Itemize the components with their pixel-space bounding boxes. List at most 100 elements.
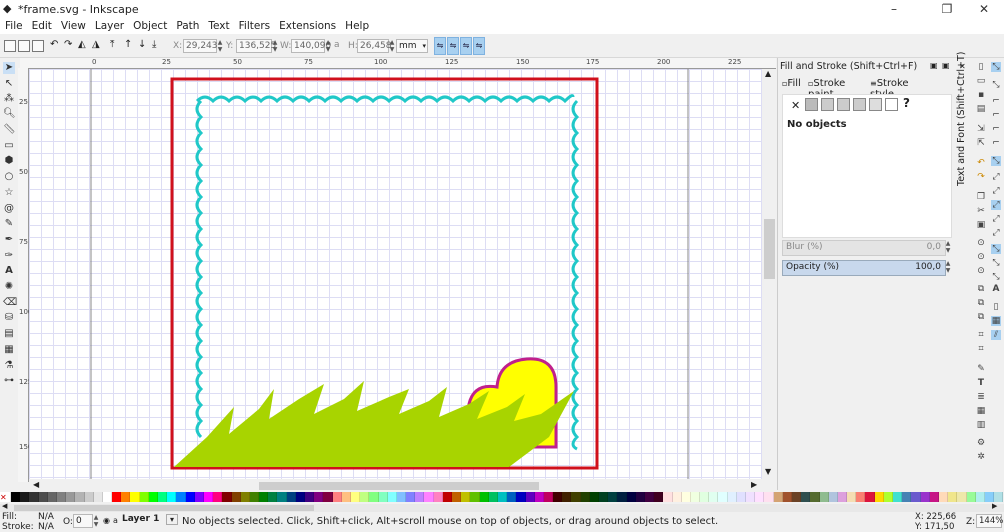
menu-path[interactable]: Path [171,18,203,34]
color-swatch[interactable] [194,492,204,502]
palette-scroll-thumb[interactable] [14,505,314,511]
menu-view[interactable]: View [56,18,90,34]
text-and-font-tab[interactable]: Text and Font (Shift+Ctrl+T) [956,52,967,186]
close-button[interactable]: ✕ [972,1,996,17]
color-swatch[interactable] [938,492,949,502]
color-swatch[interactable] [222,492,232,502]
palette-scroll-right-icon[interactable]: ▶ [992,502,997,510]
group-icon[interactable]: ⌗ [976,330,986,340]
minimize-button[interactable]: – [882,1,906,17]
flat-color-icon[interactable] [805,98,818,111]
color-swatch[interactable] [966,492,976,502]
layer-lock-icon[interactable]: a [113,516,118,525]
spiral-tool-icon[interactable]: @ [3,203,15,215]
maximize-button[interactable]: ❐ [935,1,959,17]
color-swatch[interactable] [948,492,958,502]
color-swatch[interactable] [893,492,903,502]
clone-icon[interactable]: ⧉ [976,298,986,308]
deselect-icon[interactable] [32,40,44,52]
pattern-icon[interactable] [869,98,882,111]
w-spinner[interactable]: ▲ ▼ [325,39,331,53]
snap-bbox-icon[interactable]: ⤡ [991,80,1001,90]
drawing-canvas[interactable] [29,69,762,479]
color-swatch[interactable] [249,492,260,502]
panel-close-icon[interactable]: ▣ [942,61,950,70]
color-swatch[interactable] [442,492,452,502]
color-swatch[interactable] [700,492,710,502]
color-swatch[interactable] [690,492,701,502]
y-spinner[interactable]: ▲ ▼ [272,39,278,53]
color-swatch[interactable] [112,492,122,502]
tab-stroke-style[interactable]: ≡Stroke style [870,78,932,100]
blur-field[interactable]: Blur (%) 0,0 [782,240,946,256]
color-swatch[interactable] [672,492,682,502]
flip-horizontal-icon[interactable]: ◭ [78,39,86,50]
color-swatch[interactable] [911,492,921,502]
h-field[interactable]: 26,458 [357,39,392,53]
tab-fill[interactable]: ▫Fill [782,78,806,92]
color-swatch[interactable] [764,492,774,502]
eraser-tool-icon[interactable]: ⌫ [3,297,17,309]
color-swatch[interactable] [635,492,645,502]
color-swatch[interactable] [709,492,719,502]
vertical-scrollbar[interactable]: ▲ ▼ [763,69,776,479]
color-swatch[interactable] [479,492,489,502]
layer-visibility-icon[interactable]: ◉ [103,516,110,525]
mesh-tool-icon[interactable]: ▦ [3,344,15,356]
snap-intersection-icon[interactable]: ⤢ [991,186,1001,196]
raise-icon[interactable]: ↑ [124,39,132,50]
snap-text-baseline-icon[interactable]: A [991,284,1001,294]
ellipse-tool-icon[interactable]: ○ [3,171,15,183]
color-swatch[interactable] [369,492,379,502]
measure-tool-icon[interactable]: 📏︎ [3,124,16,136]
color-swatch[interactable] [396,492,407,502]
zoom-drawing-icon[interactable]: ⊙ [976,252,986,262]
color-swatch[interactable] [920,492,930,502]
save-document-icon[interactable]: ▪ [976,90,986,100]
menu-extensions[interactable]: Extensions [274,18,340,34]
snap-bbox-midpoint-icon[interactable]: ⌐ [991,124,1001,134]
scroll-down-icon[interactable]: ▼ [765,467,771,476]
import-icon[interactable]: ⇲ [976,124,986,134]
color-swatch[interactable] [525,492,535,502]
opacity-field[interactable]: Opacity (%) 100,0 [782,260,946,276]
zoom-page-icon[interactable]: ⊙ [976,266,986,276]
fill-stroke-dialog-icon[interactable]: ✎ [976,364,986,374]
snap-midpoint-icon[interactable]: ⤢ [991,228,1001,238]
color-swatch[interactable] [571,492,581,502]
color-swatch[interactable] [148,492,158,502]
color-swatch[interactable] [562,492,572,502]
node-tool-icon[interactable]: ↖ [3,78,15,90]
color-swatch[interactable] [424,492,434,502]
snap-bbox-center-icon[interactable]: ⌐ [991,138,1001,148]
menu-help[interactable]: Help [340,18,373,34]
unlink-clone-icon[interactable]: ⧉ [976,312,986,322]
rotate-cw-icon[interactable]: ↷ [64,39,72,50]
color-swatch[interactable] [341,492,351,502]
color-swatch[interactable] [746,492,756,502]
color-swatch[interactable] [791,492,802,502]
color-swatch[interactable] [167,492,177,502]
w-field[interactable]: 140,090 [291,39,331,53]
spray-tool-icon[interactable]: ✺ [3,281,15,293]
snap-others-icon[interactable]: ⤡ [991,244,1001,254]
lower-to-bottom-icon[interactable]: ⤓ [152,39,156,50]
color-swatch[interactable] [406,492,416,502]
ungroup-icon[interactable]: ⌗ [976,344,986,354]
zoom-tool-icon[interactable]: 🔍︎ [3,108,16,120]
color-swatch[interactable] [203,492,214,502]
xml-editor-icon[interactable]: ▦ [976,406,986,416]
color-swatch[interactable] [782,492,792,502]
layers-dialog-icon[interactable]: ≣ [976,392,986,402]
color-swatch[interactable] [856,492,866,502]
open-document-icon[interactable]: ▭ [976,76,986,86]
paste-icon[interactable]: ▣ [976,220,986,230]
color-swatch[interactable] [11,492,21,502]
rectangle-tool-icon[interactable]: ▭ [3,140,15,152]
no-color-swatch[interactable]: ✕ [0,492,11,502]
color-swatch[interactable] [470,492,480,502]
color-swatch[interactable] [681,492,691,502]
color-swatch[interactable] [415,492,425,502]
color-swatch[interactable] [589,492,599,502]
snap-cusp-icon[interactable]: ⤢ [991,200,1001,210]
